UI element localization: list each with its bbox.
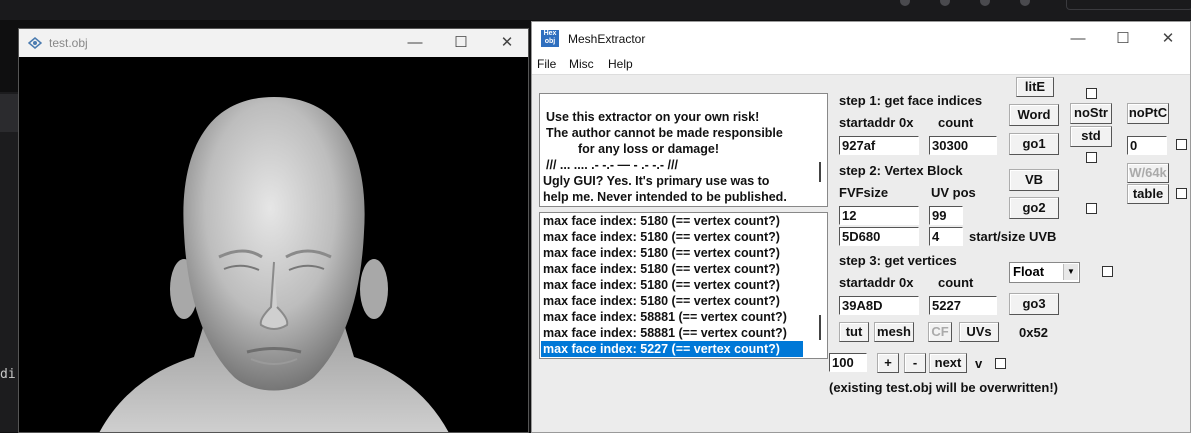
nostr-checkbox[interactable] [1086, 88, 1097, 99]
search-box[interactable] [1066, 0, 1191, 10]
log-list[interactable]: max face index: 5180 (== vertex count?) m… [539, 212, 828, 359]
background-panel [0, 94, 18, 132]
settings-icon [940, 0, 950, 6]
mesh-logo-icon [28, 37, 42, 49]
list-item[interactable]: max face index: 5180 (== vertex count?) [541, 261, 803, 277]
menu-file[interactable]: File [537, 57, 556, 71]
next-button[interactable]: next [929, 353, 967, 373]
hexobj-logo-icon: Hex obj [541, 30, 559, 47]
list-item[interactable]: max face index: 5180 (== vertex count?) [541, 213, 803, 229]
uvb-start-input[interactable] [839, 227, 919, 246]
lite-button[interactable]: litE [1016, 77, 1054, 97]
viewer-title: test.obj [49, 36, 88, 50]
step-value-input[interactable] [829, 353, 867, 372]
mesh-extractor-window: Hex obj MeshExtractor — ☐ ✕ File Misc He… [531, 21, 1191, 433]
menu-help[interactable]: Help [608, 57, 633, 71]
nostr-button[interactable]: noStr [1070, 103, 1112, 124]
std-button[interactable]: std [1070, 126, 1112, 147]
step3-count-label: count [938, 275, 974, 290]
head-model-render [99, 97, 449, 432]
list-item[interactable]: max face index: 58881 (== vertex count?) [541, 325, 803, 341]
fvfsize-input[interactable] [839, 206, 919, 225]
step3-label: step 3: get vertices [839, 253, 957, 268]
std-checkbox[interactable] [1086, 152, 1097, 163]
format-checkbox[interactable] [1102, 266, 1113, 277]
go3-button[interactable]: go3 [1009, 293, 1059, 315]
step3-startaddr-label: startaddr 0x [839, 275, 914, 290]
uvb-label: start/size UVB [969, 229, 1057, 244]
mesh-title: MeshExtractor [568, 32, 646, 46]
step2-label: step 2: Vertex Block [839, 163, 963, 178]
ptc-checkbox[interactable] [1176, 139, 1187, 150]
minimize-button[interactable]: — [392, 29, 438, 57]
go1-button[interactable]: go1 [1009, 133, 1059, 155]
step3-startaddr-input[interactable] [839, 296, 919, 315]
menu-bar: File Misc Help [532, 55, 1190, 75]
noptc-button[interactable]: noPtC [1127, 103, 1169, 124]
ptc-input[interactable] [1127, 136, 1167, 155]
maximize-button[interactable]: ☐ [438, 29, 484, 57]
mesh-titlebar[interactable]: Hex obj MeshExtractor — ☐ ✕ [532, 22, 1190, 55]
minus-button[interactable]: - [904, 353, 926, 373]
background-text: di [0, 367, 16, 382]
list-item[interactable]: max face index: 5227 (== vertex count?) [541, 341, 803, 357]
list-item[interactable]: max face index: 5180 (== vertex count?) [541, 293, 803, 309]
close-button[interactable]: ✕ [1145, 22, 1191, 55]
go2-checkbox[interactable] [1086, 203, 1097, 214]
viewer-titlebar[interactable]: test.obj — ☐ ✕ [19, 29, 528, 57]
close-button[interactable]: ✕ [484, 29, 530, 57]
hex-readout: 0x52 [1019, 325, 1048, 340]
table-checkbox[interactable] [1176, 188, 1187, 199]
menu-misc[interactable]: Misc [569, 57, 594, 71]
disclaimer-box: Use this extractor on your own risk! The… [539, 93, 828, 207]
arrow-icon [900, 0, 910, 6]
list-item[interactable]: max face index: 58881 (== vertex count?) [541, 309, 803, 325]
uvpos-input[interactable] [929, 206, 963, 225]
list-item[interactable]: max face index: 5180 (== vertex count?) [541, 245, 803, 261]
vb-button[interactable]: VB [1009, 169, 1059, 191]
cf-button[interactable]: CF [928, 322, 952, 342]
background-editor: di [0, 92, 18, 432]
uvpos-label: UV pos [931, 185, 976, 200]
taskbar-top [0, 0, 1191, 20]
minimize-button[interactable]: — [1055, 22, 1101, 55]
list-item[interactable]: max face index: 5180 (== vertex count?) [541, 229, 803, 245]
scrollbar-thumb[interactable] [819, 162, 821, 182]
uvs-button[interactable]: UVs [959, 322, 999, 342]
list-item[interactable]: max face index: 5180 (== vertex count?) [541, 277, 803, 293]
table-button[interactable]: table [1127, 184, 1169, 204]
notification-icon [1020, 0, 1030, 6]
mesh-button[interactable]: mesh [874, 322, 914, 342]
format-select[interactable]: Float ▼ [1009, 262, 1080, 283]
user-icon [980, 0, 990, 6]
extractor-panel: Use this extractor on your own risk! The… [532, 75, 1190, 432]
go2-button[interactable]: go2 [1009, 197, 1059, 219]
step1-label: step 1: get face indices [839, 93, 983, 108]
w64k-button[interactable]: W/64k [1127, 163, 1169, 183]
v-checkbox[interactable] [995, 358, 1006, 369]
scrollbar-thumb[interactable] [819, 315, 821, 340]
plus-button[interactable]: + [877, 353, 899, 373]
3d-viewport[interactable] [19, 57, 528, 432]
step1-startaddr-input[interactable] [839, 136, 919, 155]
step3-count-input[interactable] [929, 296, 997, 315]
fvfsize-label: FVFsize [839, 185, 889, 200]
maximize-button[interactable]: ☐ [1100, 22, 1146, 55]
step1-startaddr-label: startaddr 0x [839, 115, 914, 130]
step1-count-label: count [938, 115, 974, 130]
uvb-size-input[interactable] [929, 227, 963, 246]
step1-count-input[interactable] [929, 136, 997, 155]
obj-viewer-window: test.obj — ☐ ✕ [18, 28, 529, 433]
overwrite-note: (existing test.obj will be overwritten!) [829, 380, 1058, 395]
word-button[interactable]: Word [1009, 104, 1059, 126]
dropdown-arrow-icon: ▼ [1063, 264, 1078, 280]
tut-button[interactable]: tut [839, 322, 869, 342]
v-label: v [975, 356, 983, 371]
